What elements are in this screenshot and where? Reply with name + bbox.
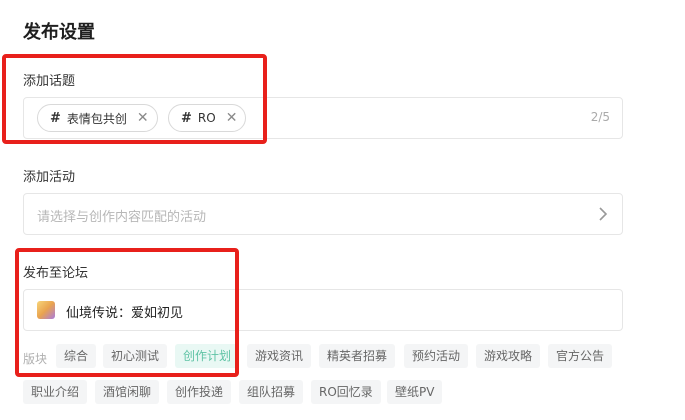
section-chip[interactable]: 游戏攻略 — [476, 344, 541, 368]
forum-select[interactable]: 仙境传说：爱如初见 — [23, 289, 623, 331]
chevron-right-icon — [599, 207, 608, 221]
topic-tag-label: RO — [197, 111, 216, 125]
section-chip[interactable]: 综合 — [56, 344, 97, 368]
section-chip[interactable]: 创作投递 — [167, 380, 232, 404]
section-chip[interactable]: 官方公告 — [548, 344, 613, 368]
section-chip[interactable]: 初心测试 — [103, 344, 168, 368]
forum-label: 发布至论坛 — [23, 266, 89, 281]
section-chip[interactable]: RO回忆录 — [311, 380, 381, 404]
topic-tag-label: 表情包共创 — [66, 111, 127, 126]
section-chip[interactable]: 精英者招募 — [319, 344, 396, 368]
topic-tag[interactable]: # RO ✕ — [168, 104, 247, 132]
topics-counter: 2/5 — [590, 110, 610, 124]
hash-icon: # — [181, 110, 192, 126]
section-chip-active[interactable]: 创作计划 — [175, 344, 240, 368]
forum-avatar — [37, 301, 55, 319]
section-chip[interactable]: 预约活动 — [404, 344, 469, 368]
section-chip[interactable]: 酒馆闲聊 — [95, 380, 160, 404]
section-chip[interactable]: 游戏资讯 — [247, 344, 312, 368]
forum-name: 仙境传说：爱如初见 — [66, 306, 184, 321]
close-icon[interactable]: ✕ — [226, 110, 238, 126]
close-icon[interactable]: ✕ — [137, 110, 149, 126]
section-chip[interactable]: 组队招募 — [239, 380, 304, 404]
sections-label: 版块 — [23, 352, 48, 366]
activity-placeholder: 请选择与创作内容匹配的活动 — [37, 210, 207, 225]
activity-label: 添加活动 — [23, 170, 76, 185]
section-chip[interactable]: 壁纸PV — [387, 380, 443, 404]
hash-icon: # — [50, 110, 61, 126]
topics-field[interactable]: # 表情包共创 ✕ # RO ✕ 2/5 — [23, 97, 623, 139]
page-title: 发布设置 — [23, 22, 95, 43]
section-chip[interactable]: 职业介绍 — [23, 380, 88, 404]
topic-tag[interactable]: # 表情包共创 ✕ — [37, 104, 158, 132]
activity-select[interactable]: 请选择与创作内容匹配的活动 — [23, 193, 623, 235]
topics-label: 添加话题 — [23, 74, 76, 89]
